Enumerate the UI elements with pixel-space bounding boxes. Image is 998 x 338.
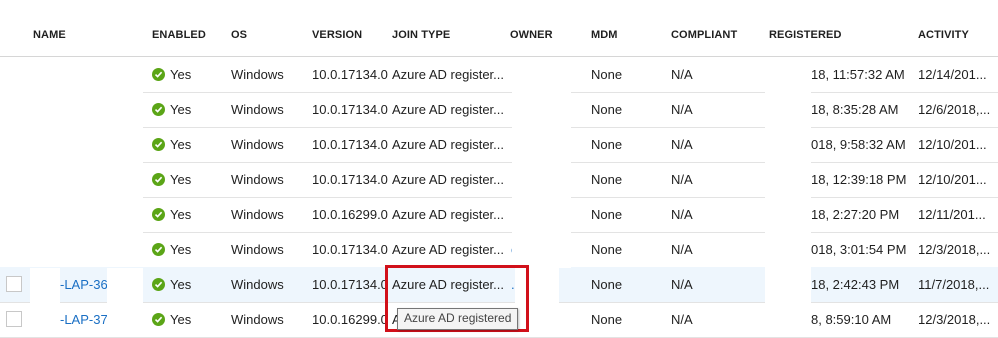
table-row[interactable]: Yes Windows 10.0.17134.0 Azure AD register.… xyxy=(0,92,998,128)
cell-version: 10.0.17134.0 xyxy=(312,242,388,257)
cell-compliant: N/A xyxy=(671,172,693,187)
cell-registered: 018, 9:58:32 AM xyxy=(811,137,906,152)
cell-os: Windows xyxy=(231,207,284,222)
cell-enabled: Yes xyxy=(170,242,192,257)
cell-compliant: N/A xyxy=(671,67,693,82)
cell-os: Windows xyxy=(231,277,284,292)
cell-enabled: Yes xyxy=(170,102,192,117)
cell-join: Azure AD register... xyxy=(392,67,504,82)
cell-compliant: N/A xyxy=(671,242,693,257)
cell-mdm: None xyxy=(591,137,623,152)
cell-mdm: None xyxy=(591,242,623,257)
cell-mdm: None xyxy=(591,207,623,222)
check-circle-icon xyxy=(152,243,165,256)
check-circle-icon xyxy=(152,208,165,221)
table-row[interactable]: Yes Windows 10.0.16299.0 Azure AD register.… xyxy=(0,197,998,233)
cell-version: 10.0.17134.0 xyxy=(312,277,388,292)
table-row[interactable]: Yes Windows 10.0.17134.0 Azure AD register.… xyxy=(0,232,998,268)
cell-enabled: Yes xyxy=(170,137,192,152)
col-name-header[interactable]: NAME xyxy=(33,29,66,41)
cell-registered: 18, 8:35:28 AM xyxy=(811,102,899,117)
cell-activity: 11/7/2018,... xyxy=(918,277,990,292)
col-registered-header[interactable]: REGISTERED xyxy=(769,29,842,41)
cell-enabled: Yes xyxy=(170,207,192,222)
cell-join: Azure AD register... xyxy=(392,207,504,222)
redaction-block xyxy=(512,62,571,268)
cell-activity: 12/14/201... xyxy=(918,67,987,82)
cell-mdm: None xyxy=(591,277,623,292)
cell-os: Windows xyxy=(231,312,284,327)
col-jointype-header[interactable]: JOIN TYPE xyxy=(392,29,450,41)
cell-os: Windows xyxy=(231,242,284,257)
check-circle-icon xyxy=(152,103,165,116)
row-select-checkbox[interactable] xyxy=(6,276,22,292)
cell-version: 10.0.17134.0 xyxy=(312,172,388,187)
cell-join: Azure AD register... xyxy=(392,137,504,152)
col-os-header[interactable]: OS xyxy=(231,29,247,41)
cell-compliant: N/A xyxy=(671,277,693,292)
cell-activity: 12/11/201... xyxy=(918,207,986,222)
cell-join: Azure AD register... xyxy=(392,172,504,187)
cell-mdm: None xyxy=(591,312,623,327)
cell-mdm: None xyxy=(591,67,623,82)
cell-os: Windows xyxy=(231,137,284,152)
table-row[interactable]: Yes Windows 10.0.17134.0 Azure AD register.… xyxy=(0,127,998,163)
redaction-block xyxy=(0,57,143,267)
col-activity-header[interactable]: ACTIVITY xyxy=(918,29,969,41)
check-circle-icon xyxy=(152,278,165,291)
cell-mdm: None xyxy=(591,172,623,187)
cell-registered: 8, 8:59:10 AM xyxy=(811,312,892,327)
cell-os: Windows xyxy=(231,102,284,117)
cell-join: Azure AD register... xyxy=(392,102,504,117)
cell-mdm: None xyxy=(591,102,623,117)
cell-version: 10.0.17134.0 xyxy=(312,102,388,117)
cell-compliant: N/A xyxy=(671,207,693,222)
cell-version: 10.0.16299.0 xyxy=(312,207,388,222)
col-compliant-header[interactable]: COMPLIANT xyxy=(671,29,737,41)
row-select-checkbox[interactable] xyxy=(6,311,22,327)
table-row[interactable]: Yes Windows 10.0.17134.0 Azure AD register.… xyxy=(0,57,998,93)
cell-compliant: N/A xyxy=(671,102,693,117)
cell-os: Windows xyxy=(231,67,284,82)
redaction-block xyxy=(765,57,811,335)
cell-activity: 12/3/2018,... xyxy=(918,312,991,327)
cell-registered: 018, 3:01:54 PM xyxy=(811,242,907,257)
col-enabled-header[interactable]: ENABLED xyxy=(152,29,206,41)
cell-version: 10.0.17134.0 xyxy=(312,67,388,82)
check-circle-icon xyxy=(152,313,165,326)
cell-compliant: N/A xyxy=(671,312,693,327)
cell-activity: 12/6/2018,... xyxy=(918,102,991,117)
cell-enabled: Yes xyxy=(170,172,192,187)
cell-enabled: Yes xyxy=(170,67,192,82)
table-header: NAME ENABLED OS VERSION JOIN TYPE OWNER … xyxy=(0,0,998,57)
cell-compliant: N/A xyxy=(671,137,693,152)
check-circle-icon xyxy=(152,68,165,81)
cell-registered: 18, 2:42:43 PM xyxy=(811,277,900,292)
join-type-tooltip: Azure AD registered xyxy=(397,308,519,330)
cell-version: 10.0.17134.0 xyxy=(312,137,388,152)
cell-registered: 18, 11:57:32 AM xyxy=(811,67,905,82)
cell-activity: 12/10/201... xyxy=(918,137,987,152)
check-circle-icon xyxy=(152,138,165,151)
redaction-block xyxy=(107,268,143,335)
cell-activity: 12/3/2018,... xyxy=(918,242,991,257)
col-mdm-header[interactable]: MDM xyxy=(591,29,618,41)
col-version-header[interactable]: VERSION xyxy=(312,29,362,41)
redaction-block xyxy=(30,268,60,335)
cell-registered: 18, 2:27:20 PM xyxy=(811,207,900,222)
cell-os: Windows xyxy=(231,172,284,187)
cell-enabled: Yes xyxy=(170,312,192,327)
col-owner-header[interactable]: OWNER xyxy=(510,29,553,41)
cell-version: 10.0.16299.0 xyxy=(312,312,388,327)
check-circle-icon xyxy=(152,173,165,186)
table-row[interactable]: Yes Windows 10.0.17134.0 Azure AD register.… xyxy=(0,162,998,198)
cell-enabled: Yes xyxy=(170,277,192,292)
cell-activity: 12/10/201... xyxy=(918,172,987,187)
cell-join: Azure AD register... xyxy=(392,242,504,257)
cell-registered: 18, 12:39:18 PM xyxy=(811,172,907,187)
